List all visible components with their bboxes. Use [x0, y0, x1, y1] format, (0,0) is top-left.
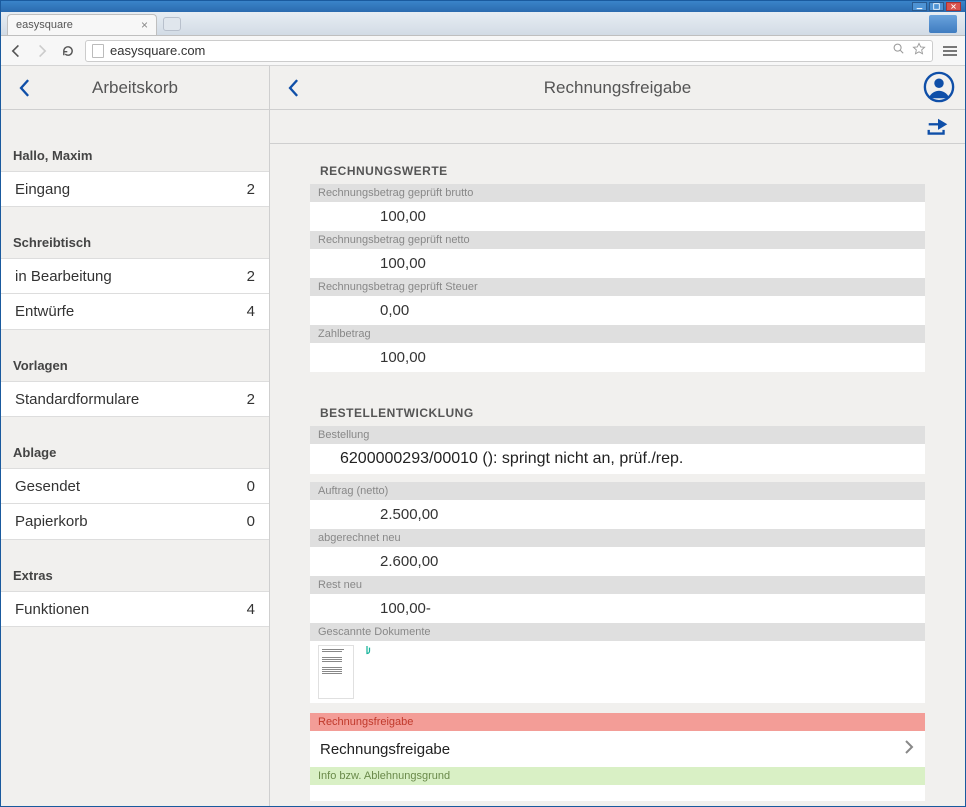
sidebar-item-papierkorb[interactable]: Papierkorb 0 [1, 504, 269, 540]
action-header: Rechnungsfreigabe [310, 713, 925, 731]
main-header: Rechnungsfreigabe [270, 66, 965, 110]
field-label: Zahlbetrag [310, 325, 925, 343]
sidebar-back-button[interactable] [11, 74, 39, 102]
new-tab-button[interactable] [163, 17, 181, 31]
browser-tab[interactable]: easysquare × [7, 14, 157, 35]
field-value: 100,00- [310, 594, 925, 623]
sidebar-item-eingang[interactable]: Eingang 2 [1, 171, 269, 207]
url-text: easysquare.com [110, 43, 205, 58]
back-button[interactable] [7, 42, 25, 60]
main-title: Rechnungsfreigabe [270, 78, 965, 98]
sidebar-item-label: Gesendet [15, 478, 80, 495]
browser-menu-button[interactable] [941, 46, 959, 56]
section-vorlagen: Vorlagen [1, 330, 269, 381]
main-scroll[interactable]: RECHNUNGSWERTE Rechnungsbetrag geprüft b… [270, 144, 965, 806]
section-schreibtisch: Schreibtisch [1, 207, 269, 258]
user-avatar-button[interactable] [923, 71, 955, 103]
action-label: Rechnungsfreigabe [320, 741, 450, 758]
window-maximize-button[interactable] [929, 2, 944, 11]
share-button[interactable] [925, 115, 951, 139]
action-rechnungsfreigabe[interactable]: Rechnungsfreigabe Rechnungsfreigabe [310, 713, 925, 767]
field-value: 100,00 [310, 249, 925, 278]
sidebar: Arbeitskorb Hallo, Maxim Eingang 2 Schre… [1, 66, 270, 806]
field-auftrag: Auftrag (netto) 2.500,00 [310, 482, 925, 529]
page-icon [92, 44, 104, 58]
forward-button[interactable] [33, 42, 51, 60]
sidebar-item-standardformulare[interactable]: Standardformulare 2 [1, 381, 269, 417]
field-abgerechnet: abgerechnet neu 2.600,00 [310, 529, 925, 576]
field-label: Gescannte Dokumente [310, 623, 925, 641]
field-value: 2.500,00 [310, 500, 925, 529]
field-brutto: Rechnungsbetrag geprüft brutto 100,00 [310, 184, 925, 231]
main-pane: Rechnungsfreigabe RECHNUNGSWERTE Rechnun… [270, 66, 965, 806]
browser-tab-strip: easysquare × [1, 12, 965, 36]
sidebar-item-label: in Bearbeitung [15, 268, 112, 285]
window-minimize-button[interactable] [912, 2, 927, 11]
sidebar-item-count: 0 [247, 513, 255, 530]
main-back-button[interactable] [280, 74, 308, 102]
field-label: Bestellung [310, 426, 925, 444]
sidebar-item-label: Papierkorb [15, 513, 88, 530]
field-value: 2.600,00 [310, 547, 925, 576]
sidebar-item-funktionen[interactable]: Funktionen 4 [1, 591, 269, 627]
field-label: Rest neu [310, 576, 925, 594]
browser-toolbar: easysquare.com [1, 36, 965, 66]
field-label: Auftrag (netto) [310, 482, 925, 500]
close-tab-icon[interactable]: × [141, 18, 148, 32]
action-bar [270, 110, 965, 144]
attachment-icon [362, 645, 372, 657]
chevron-right-icon [903, 739, 915, 759]
window-close-button[interactable] [946, 2, 961, 11]
field-zahlbetrag: Zahlbetrag 100,00 [310, 325, 925, 372]
field-label: Rechnungsbetrag geprüft brutto [310, 184, 925, 202]
sidebar-item-count: 0 [247, 478, 255, 495]
field-steuer: Rechnungsbetrag geprüft Steuer 0,00 [310, 278, 925, 325]
document-preview[interactable] [310, 641, 925, 703]
star-icon[interactable] [912, 42, 926, 59]
sidebar-item-count: 2 [247, 268, 255, 285]
field-label: Rechnungsbetrag geprüft Steuer [310, 278, 925, 296]
section-bestellentwicklung: BESTELLENTWICKLUNG [292, 398, 943, 426]
sidebar-item-count: 4 [247, 601, 255, 618]
field-value: 6200000293/00010 (): springt nicht an, p… [310, 444, 925, 474]
sidebar-title: Arbeitskorb [1, 78, 269, 98]
zoom-icon[interactable] [892, 42, 906, 59]
field-value: 100,00 [310, 343, 925, 372]
sidebar-item-entwuerfe[interactable]: Entwürfe 4 [1, 294, 269, 330]
field-label: Rechnungsbetrag geprüft netto [310, 231, 925, 249]
sidebar-item-count: 2 [247, 391, 255, 408]
section-extras: Extras [1, 540, 269, 591]
greeting-label: Hallo, Maxim [1, 110, 269, 171]
sidebar-item-gesendet[interactable]: Gesendet 0 [1, 468, 269, 504]
tab-title: easysquare [16, 19, 73, 31]
field-rest: Rest neu 100,00- [310, 576, 925, 623]
sidebar-item-label: Eingang [15, 181, 70, 198]
url-bar[interactable]: easysquare.com [85, 40, 933, 62]
field-value: 100,00 [310, 202, 925, 231]
field-gescannte-dokumente: Gescannte Dokumente [310, 623, 925, 703]
sidebar-header: Arbeitskorb [1, 66, 269, 110]
field-value: 0,00 [310, 296, 925, 325]
sidebar-item-label: Entwürfe [15, 303, 74, 320]
info-ablehnungsgrund[interactable]: Info bzw. Ablehnungsgrund [310, 767, 925, 801]
sidebar-item-in-bearbeitung[interactable]: in Bearbeitung 2 [1, 258, 269, 294]
sidebar-item-label: Standardformulare [15, 391, 139, 408]
field-label: abgerechnet neu [310, 529, 925, 547]
reload-button[interactable] [59, 42, 77, 60]
field-netto: Rechnungsbetrag geprüft netto 100,00 [310, 231, 925, 278]
field-bestellung: Bestellung 6200000293/00010 (): springt … [310, 426, 925, 474]
sidebar-item-count: 2 [247, 181, 255, 198]
document-thumb [318, 645, 354, 699]
sidebar-item-count: 4 [247, 303, 255, 320]
sidebar-item-label: Funktionen [15, 601, 89, 618]
window-titlebar [1, 1, 965, 12]
section-rechnungswerte: RECHNUNGSWERTE [292, 156, 943, 184]
info-header: Info bzw. Ablehnungsgrund [310, 767, 925, 785]
section-ablage: Ablage [1, 417, 269, 468]
